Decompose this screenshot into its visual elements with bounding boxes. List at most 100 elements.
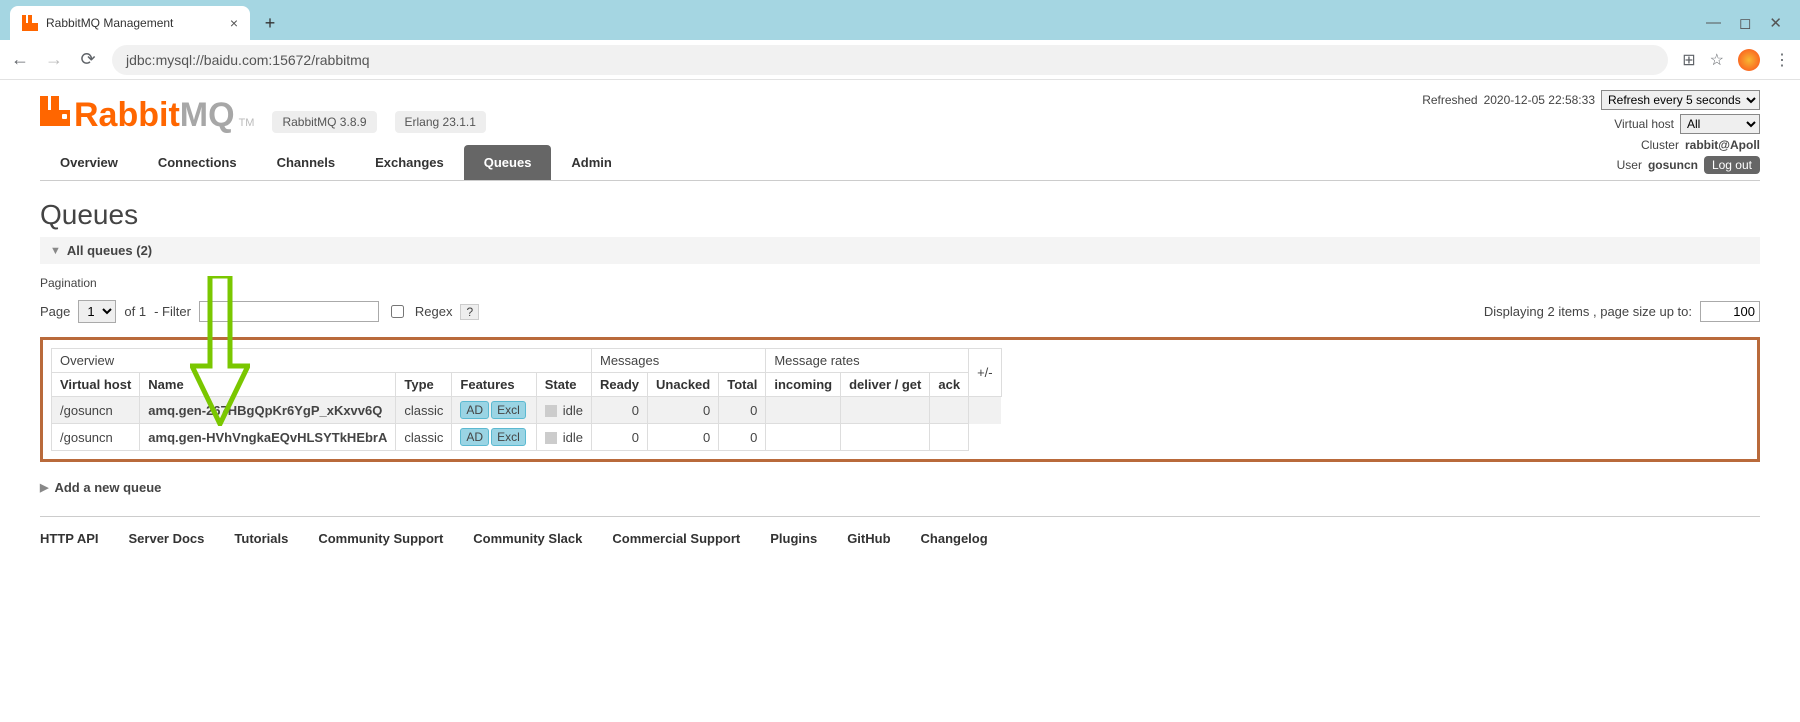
close-tab-icon[interactable]: × [230, 15, 238, 31]
page-of-label: of 1 [124, 304, 146, 319]
cell-incoming [766, 397, 841, 424]
add-queue-label: Add a new queue [54, 480, 161, 495]
cell-vhost: /gosuncn [52, 424, 140, 451]
col-total[interactable]: Total [719, 373, 766, 397]
tab-exchanges[interactable]: Exchanges [355, 145, 464, 180]
tab-connections[interactable]: Connections [138, 145, 257, 180]
col-features[interactable]: Features [452, 373, 536, 397]
columns-toggle-button[interactable]: +/- [969, 349, 1002, 397]
new-tab-button[interactable]: + [256, 9, 284, 37]
page-select[interactable]: 1 [78, 300, 116, 323]
user-label: User [1617, 158, 1642, 172]
footer-changelog[interactable]: Changelog [921, 531, 988, 546]
tab-channels[interactable]: Channels [257, 145, 356, 180]
col-ready[interactable]: Ready [592, 373, 648, 397]
logo-text-mq: MQ [180, 96, 235, 134]
window-controls: ― ◻ ✕ [1706, 14, 1800, 40]
col-unacked[interactable]: Unacked [648, 373, 719, 397]
forward-icon[interactable]: → [44, 49, 64, 70]
tab-admin[interactable]: Admin [551, 145, 631, 180]
page-label: Page [40, 304, 70, 319]
col-deliver[interactable]: deliver / get [841, 373, 930, 397]
add-queue-toggle[interactable]: ▶ Add a new queue [40, 474, 1760, 501]
cell-name[interactable]: amq.gen-267HBgQpKr6YgP_xKxvv6Q [140, 397, 396, 424]
browser-toolbar: ← → ⟳ jdbc:mysql://baidu.com:15672/rabbi… [0, 40, 1800, 80]
refreshed-label: Refreshed [1422, 93, 1477, 107]
cell-type: classic [396, 424, 452, 451]
virtual-host-label: Virtual host [1614, 117, 1674, 131]
regex-label: Regex [415, 304, 453, 319]
col-incoming[interactable]: incoming [766, 373, 841, 397]
rabbitmq-version-badge: RabbitMQ 3.8.9 [272, 111, 376, 133]
cell-ready: 0 [592, 424, 648, 451]
url-bar[interactable]: jdbc:mysql://baidu.com:15672/rabbitmq [112, 45, 1668, 75]
col-state[interactable]: State [536, 373, 591, 397]
table-row: /gosuncn amq.gen-267HBgQpKr6YgP_xKxvv6Q … [52, 397, 1002, 424]
tab-queues[interactable]: Queues [464, 145, 552, 180]
refreshed-time: 2020-12-05 22:58:33 [1484, 93, 1595, 107]
tab-title: RabbitMQ Management [46, 16, 222, 30]
cell-vhost: /gosuncn [52, 397, 140, 424]
cell-ack [930, 397, 969, 424]
footer-http-api[interactable]: HTTP API [40, 531, 99, 546]
footer-tutorials[interactable]: Tutorials [234, 531, 288, 546]
feature-excl-badge: Excl [491, 428, 526, 446]
cell-unacked: 0 [648, 397, 719, 424]
profile-avatar[interactable] [1738, 49, 1760, 71]
footer-github[interactable]: GitHub [847, 531, 890, 546]
all-queues-toggle[interactable]: ▼ All queues (2) [40, 237, 1760, 264]
minimize-icon[interactable]: ― [1706, 14, 1721, 32]
cell-unacked: 0 [648, 424, 719, 451]
logo-text-rabbit: Rabbit [74, 96, 180, 134]
rabbitmq-logo: RabbitMQ TM [40, 96, 254, 135]
back-icon[interactable]: ← [10, 49, 30, 70]
cell-features: ADExcl [452, 397, 536, 424]
page-size-input[interactable] [1700, 301, 1760, 322]
url-text: jdbc:mysql://baidu.com:15672/rabbitmq [126, 52, 370, 68]
col-type[interactable]: Type [396, 373, 452, 397]
virtual-host-select[interactable]: All [1680, 114, 1760, 134]
footer-plugins[interactable]: Plugins [770, 531, 817, 546]
footer-server-docs[interactable]: Server Docs [129, 531, 205, 546]
logout-button[interactable]: Log out [1704, 156, 1760, 174]
maximize-icon[interactable]: ◻ [1739, 14, 1751, 32]
filter-label: - Filter [154, 304, 191, 319]
cell-deliver [841, 424, 930, 451]
logo-tm: TM [239, 117, 255, 129]
regex-help-button[interactable]: ? [460, 304, 479, 320]
page-title: Queues [40, 199, 1760, 231]
menu-dots-icon[interactable]: ⋮ [1774, 50, 1790, 70]
col-ack[interactable]: ack [930, 373, 969, 397]
footer-commercial-support[interactable]: Commercial Support [612, 531, 740, 546]
cell-name[interactable]: amq.gen-HVhVngkaEQvHLSYTkHEbrA [140, 424, 396, 451]
chevron-right-icon: ▶ [40, 481, 48, 494]
refresh-interval-select[interactable]: Refresh every 5 seconds [1601, 90, 1760, 110]
browser-tab[interactable]: RabbitMQ Management × [10, 6, 250, 40]
cell-state: idle [536, 397, 591, 424]
table-row: /gosuncn amq.gen-HVhVngkaEQvHLSYTkHEbrA … [52, 424, 1002, 451]
pagination-controls: Page 1 of 1 - Filter Regex ? Displaying … [40, 300, 1760, 323]
footer-community-slack[interactable]: Community Slack [473, 531, 582, 546]
cell-deliver [841, 397, 930, 424]
star-icon[interactable]: ☆ [1710, 50, 1724, 70]
rabbitmq-favicon-icon [22, 15, 38, 31]
feature-ad-badge: AD [460, 401, 489, 419]
tab-overview[interactable]: Overview [40, 145, 138, 180]
translate-icon[interactable]: ⊞ [1682, 50, 1695, 70]
pagination-heading: Pagination [40, 276, 1760, 290]
close-window-icon[interactable]: ✕ [1769, 14, 1782, 32]
reload-icon[interactable]: ⟳ [78, 49, 98, 70]
cell-state: idle [536, 424, 591, 451]
col-vhost[interactable]: Virtual host [52, 373, 140, 397]
browser-tab-strip: RabbitMQ Management × + ― ◻ ✕ [0, 0, 1800, 40]
regex-checkbox[interactable] [391, 305, 404, 318]
group-rates: Message rates [766, 349, 969, 373]
filter-input[interactable] [199, 301, 379, 322]
footer-community-support[interactable]: Community Support [318, 531, 443, 546]
displaying-label: Displaying 2 items , page size up to: [1484, 304, 1692, 319]
state-dot-icon [545, 405, 557, 417]
cell-features: ADExcl [452, 424, 536, 451]
col-name[interactable]: Name [140, 373, 396, 397]
erlang-version-badge: Erlang 23.1.1 [395, 111, 486, 133]
cell-ack [930, 424, 969, 451]
